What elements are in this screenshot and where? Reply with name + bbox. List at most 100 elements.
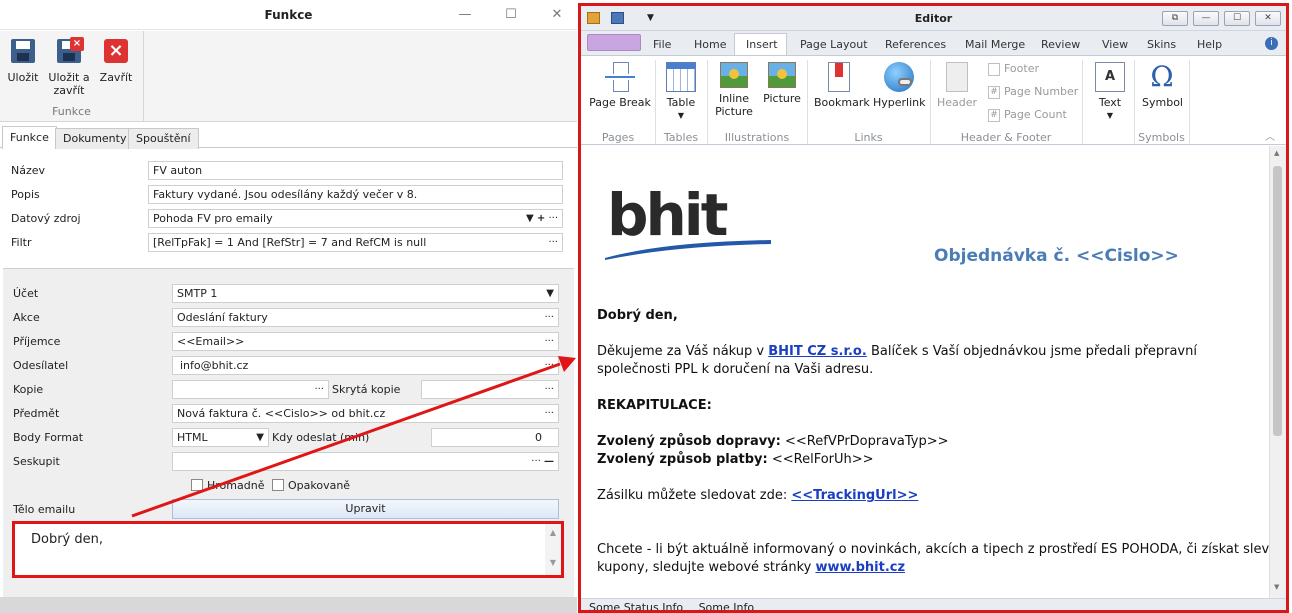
save-button[interactable]: Uložit — [6, 37, 40, 84]
close-icon: × — [102, 37, 130, 65]
ucet-select[interactable]: SMTP 1 ▼ — [172, 284, 559, 303]
file-menu-button[interactable] — [587, 34, 641, 51]
tracking-line: Zásilku můžete sledovat zde: <<TrackingU… — [597, 488, 919, 503]
body-format-select[interactable]: HTML ▼ — [172, 428, 269, 447]
dropdown-add-more-icons[interactable]: ▼ + ··· — [526, 210, 558, 227]
bookmark-button[interactable]: Bookmark — [814, 62, 870, 109]
datovy-zdroj-select[interactable]: Pohoda FV pro emaily ▼ + ··· — [148, 209, 563, 228]
prijemce-field[interactable]: <<Email>> ··· — [172, 332, 559, 351]
minimize-button[interactable]: — — [456, 6, 474, 24]
tab-insert[interactable]: Insert — [746, 38, 778, 51]
text-button[interactable]: A Text ▼ — [1092, 62, 1128, 122]
save-close-button[interactable]: × Uložit a zavřít — [48, 37, 90, 97]
body-scrollbar[interactable]: ▲ ▼ — [545, 524, 561, 575]
kdy-odeslat-field[interactable]: 0 — [431, 428, 559, 447]
logo-swoosh — [605, 240, 771, 260]
toolbar-ribbon: Uložit × Uložit a zavřít × Zavřít Funkce — [0, 31, 577, 122]
page-number-button[interactable]: # Page Number — [988, 85, 1078, 99]
ellipsis-icon[interactable]: ··· — [544, 357, 554, 374]
group-links: Links — [854, 131, 883, 144]
picture-button[interactable]: Picture — [762, 62, 802, 105]
header-icon — [946, 62, 968, 92]
vertical-scrollbar[interactable]: ▲ ▼ — [1269, 146, 1286, 598]
predmet-field[interactable]: Nová faktura č. <<Cislo>> od bhit.cz ··· — [172, 404, 559, 423]
symbol-button[interactable]: Ω Symbol — [1142, 62, 1183, 110]
bhit-cz-link[interactable]: BHIT CZ s.r.o. — [768, 344, 867, 359]
footer-button[interactable]: Footer — [988, 62, 1039, 76]
tracking-link[interactable]: <<TrackingUrl>> — [791, 488, 918, 503]
ellipsis-icon[interactable]: ··· — [544, 309, 554, 326]
quick-access-dropdown-icon[interactable]: ▼ — [647, 12, 660, 24]
tab-file[interactable]: File — [653, 38, 671, 51]
akce-field[interactable]: Odeslání faktury ··· — [172, 308, 559, 327]
ppl-line: společnosti PPL k doručení na Vaši adres… — [597, 362, 874, 377]
bhit-web-link[interactable]: www.bhit.cz — [815, 560, 905, 575]
footer-icon — [988, 62, 1000, 76]
page-break-button[interactable]: Page Break — [587, 62, 653, 109]
seskupit-field[interactable]: ··· — — [172, 452, 559, 471]
bottom-bar — [0, 597, 577, 613]
email-body-preview[interactable]: Dobrý den, ▲ ▼ — [12, 521, 564, 578]
upravit-button[interactable]: Upravit — [172, 499, 559, 519]
tab-review[interactable]: Review — [1041, 38, 1080, 51]
popis-label: Popis — [11, 188, 40, 201]
telo-emailu-label: Tělo emailu — [13, 503, 76, 516]
document-area[interactable]: bhit Objednávka č. <<Cislo>> Dobrý den, … — [581, 146, 1286, 598]
hash-icon: # — [988, 108, 1000, 122]
tab-spousteni[interactable]: Spouštění — [128, 128, 199, 149]
tab-mail-merge[interactable]: Mail Merge — [965, 38, 1025, 51]
kdy-odeslat-label: Kdy odeslat (min) — [272, 431, 370, 444]
ellipsis-icon[interactable]: ··· — [548, 234, 558, 251]
save-icon[interactable] — [611, 12, 624, 24]
tab-help[interactable]: Help — [1197, 38, 1222, 51]
minimize-button[interactable]: — — [1193, 11, 1219, 26]
nazev-field[interactable]: FV auton — [148, 161, 563, 180]
chevron-down-icon: ▼ — [1106, 111, 1114, 120]
maximize-button[interactable]: ☐ — [502, 6, 520, 24]
popis-field[interactable]: Faktury vydané. Jsou odesílány každý več… — [148, 185, 563, 204]
table-button[interactable]: Table ▼ — [661, 62, 701, 122]
tab-dokumenty[interactable]: Dokumenty — [55, 128, 135, 149]
hyperlink-icon — [884, 62, 914, 92]
recap-heading: REKAPITULACE: — [597, 398, 712, 413]
close-window-button[interactable]: ✕ — [1255, 11, 1281, 26]
tab-page-layout[interactable]: Page Layout — [800, 38, 868, 51]
opakovane-checkbox[interactable] — [272, 479, 284, 491]
tab-funkce[interactable]: Funkce — [2, 126, 57, 149]
body-preview-text: Dobrý den, — [31, 532, 104, 547]
collapse-ribbon-icon[interactable]: ︿ — [1265, 128, 1275, 143]
body-format-label: Body Format — [13, 431, 84, 444]
restore-ribbon-button[interactable]: ⧉ — [1162, 11, 1188, 26]
maximize-button[interactable]: ☐ — [1224, 11, 1250, 26]
hyperlink-button[interactable]: Hyperlink — [873, 62, 926, 109]
prijemce-label: Příjemce — [13, 335, 61, 348]
close-window-button[interactable]: ✕ — [548, 6, 566, 24]
ellipsis-icon[interactable]: ··· — [544, 405, 554, 422]
inline-picture-button[interactable]: Inline Picture — [711, 62, 757, 118]
hash-icon: # — [988, 85, 1000, 99]
ellipsis-icon[interactable]: ··· — [314, 381, 324, 398]
inline-picture-icon — [720, 62, 748, 88]
kopie-field[interactable]: ··· — [172, 380, 329, 399]
tab-view[interactable]: View — [1102, 38, 1128, 51]
filtr-field[interactable]: [RelTpFak] = 1 And [RefStr] = 7 and RefC… — [148, 233, 563, 252]
odesilatel-field[interactable]: info@bhit.cz ··· — [172, 356, 559, 375]
ellipsis-icon[interactable]: ··· — [544, 333, 554, 350]
tab-home[interactable]: Home — [694, 38, 726, 51]
scroll-thumb[interactable] — [1273, 166, 1282, 436]
picture-icon — [768, 62, 796, 88]
thanks-line: Děkujeme za Váš nákup v BHIT CZ s.r.o. B… — [597, 344, 1197, 359]
tab-skins[interactable]: Skins — [1147, 38, 1176, 51]
header-button[interactable]: Header — [935, 62, 979, 109]
ellipsis-minus-icon[interactable]: ··· — — [531, 453, 554, 470]
tab-references[interactable]: References — [885, 38, 946, 51]
scroll-up-icon[interactable]: ▲ — [1274, 149, 1279, 157]
close-button[interactable]: × Zavřít — [98, 37, 134, 84]
page-count-button[interactable]: # Page Count — [988, 108, 1067, 122]
info-icon[interactable]: i — [1265, 37, 1278, 50]
odesilatel-label: Odesílatel — [13, 359, 69, 372]
scroll-down-icon[interactable]: ▼ — [1274, 583, 1279, 591]
skryta-kopie-field[interactable]: ··· — [421, 380, 559, 399]
hromadne-checkbox[interactable] — [191, 479, 203, 491]
ellipsis-icon[interactable]: ··· — [544, 381, 554, 398]
